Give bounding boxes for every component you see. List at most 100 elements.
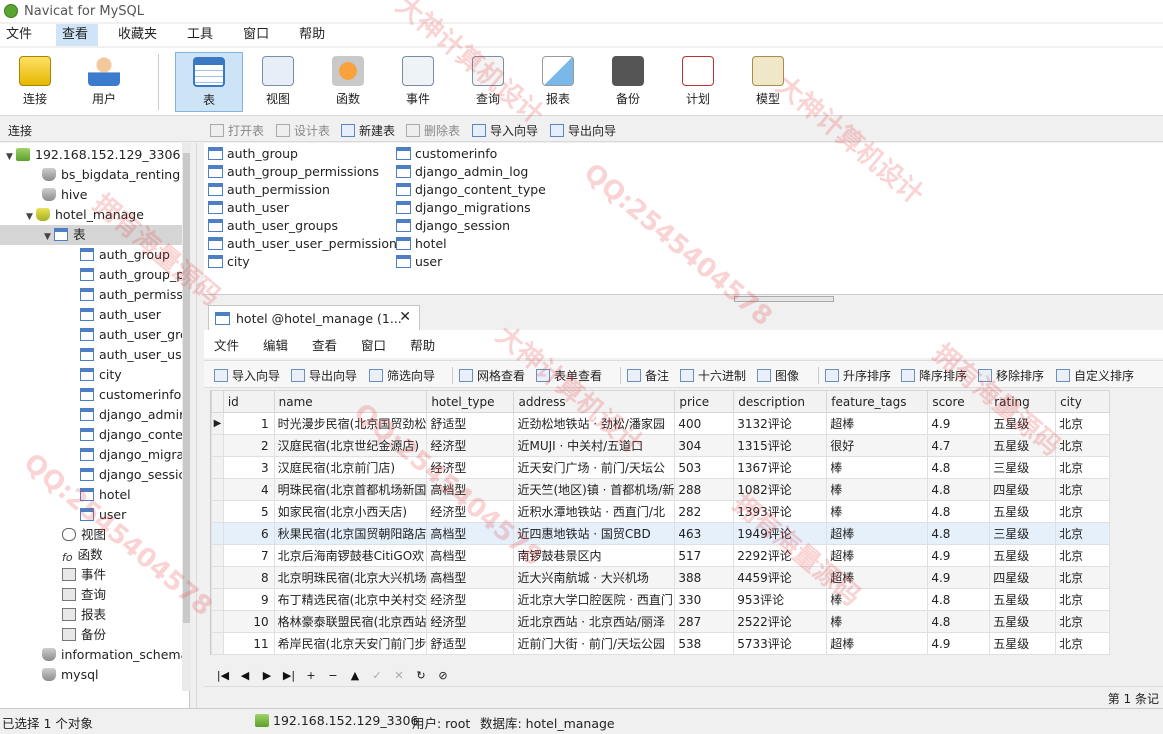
discard-changes-button[interactable]: ✕ [390, 669, 408, 682]
table-cell[interactable]: 高档型 [426, 478, 515, 501]
table-cell[interactable]: 希岸民宿(北京天安门前门步 [273, 632, 428, 655]
table-cell[interactable]: 近积水潭地铁站 · 西直门/北 [513, 500, 676, 523]
table-cell[interactable]: 400 [674, 412, 735, 435]
table-cell[interactable]: 463 [674, 522, 735, 545]
row-indicator[interactable] [211, 610, 224, 633]
row-indicator[interactable] [211, 632, 224, 655]
table-cell[interactable]: 4.7 [927, 434, 991, 457]
column-header[interactable]: score [927, 390, 991, 413]
apply-changes-button[interactable]: ✓ [368, 669, 386, 682]
table-cell[interactable]: 3132评论 [733, 412, 828, 435]
design-table-button[interactable]: 设计表 [276, 122, 330, 138]
table-cell[interactable]: 舒适型 [426, 412, 515, 435]
object-item[interactable]: auth_user_groups [208, 217, 338, 235]
table-cell[interactable]: 6 [222, 522, 275, 545]
table-cell[interactable]: 五星级 [989, 412, 1057, 435]
table-cell[interactable]: 五星级 [989, 544, 1057, 567]
tree-db-node[interactable]: information_schema [42, 645, 188, 665]
inner-menu-edit[interactable]: 编辑 [263, 335, 288, 354]
table-cell[interactable]: 近天安门广场 · 前门/天坛公 [513, 456, 676, 479]
table-cell[interactable]: 五星级 [989, 588, 1057, 611]
tree-table-item[interactable]: auth_permissi [80, 285, 186, 305]
new-table-button[interactable]: 新建表 [341, 122, 395, 138]
row-indicator[interactable] [211, 456, 224, 479]
object-item[interactable]: django_admin_log [396, 163, 528, 181]
table-cell[interactable]: 1315评论 [733, 434, 828, 457]
table-cell[interactable]: 10 [222, 610, 275, 633]
object-item[interactable]: user [396, 253, 442, 271]
table-cell[interactable]: 布丁精选民宿(北京中关村交 [273, 588, 428, 611]
custom-sort-button[interactable]: 自定义排序 [1056, 367, 1134, 384]
table-row[interactable]: 5 如家民宿(北京小西天店) 经济型 近积水潭地铁站 · 西直门/北 282 1393评论… [211, 500, 1110, 523]
table-row[interactable]: 7 北京后海南锣鼓巷CitiGO欢 高档型 南锣鼓巷景区内 517 2292评论 超棒 4.9… [211, 544, 1110, 567]
table-cell[interactable]: 三星级 [989, 522, 1057, 545]
table-cell[interactable]: 棒 [826, 588, 929, 611]
column-header[interactable]: price [674, 390, 735, 413]
table-cell[interactable]: 4 [222, 478, 275, 501]
table-cell[interactable]: 三星级 [989, 456, 1057, 479]
table-cell[interactable]: 北京 [1055, 544, 1110, 567]
object-item[interactable]: auth_user_user_permissions [208, 235, 403, 253]
table-cell[interactable]: 南锣鼓巷景区内 [513, 544, 676, 567]
collapse-icon[interactable]: ▼ [26, 207, 36, 227]
table-cell[interactable]: 503 [674, 456, 735, 479]
table-cell[interactable]: 北京 [1055, 588, 1110, 611]
table-cell[interactable]: 近四惠地铁站 · 国贸CBD [513, 522, 676, 545]
tree-table-item[interactable]: auth_user [80, 305, 161, 325]
table-cell[interactable]: 3 [222, 456, 275, 479]
image-button[interactable]: 图像 [757, 367, 799, 384]
table-cell[interactable]: 近北京西站 · 北京西站/丽泽 [513, 610, 676, 633]
delete-record-button[interactable]: − [324, 669, 342, 682]
table-cell[interactable]: 棒 [826, 478, 929, 501]
table-row[interactable]: 2 汉庭民宿(北京世纪金源店) 经济型 近MUJI · 中关村/五道口 304 1315评… [211, 434, 1110, 457]
edit-record-button[interactable]: ▲ [346, 669, 364, 682]
collapse-icon[interactable]: ▼ [44, 227, 54, 247]
tree-table-item[interactable]: django_migra [80, 445, 184, 465]
table-cell[interactable]: 388 [674, 566, 735, 589]
remove-sort-button[interactable]: 移除排序 [978, 367, 1044, 384]
tree-table-item[interactable]: django_admir [80, 405, 184, 425]
sort-desc-button[interactable]: 降序排序 [901, 367, 967, 384]
table-cell[interactable]: 近MUJI · 中关村/五道口 [513, 434, 676, 457]
prev-record-button[interactable]: ◀ [236, 669, 254, 682]
tree-views-folder[interactable]: 视图 [62, 525, 106, 545]
column-header[interactable]: id [222, 390, 275, 413]
table-cell[interactable]: 4.9 [927, 412, 991, 435]
table-cell[interactable]: 北京 [1055, 566, 1110, 589]
inner-menu-help[interactable]: 帮助 [410, 335, 435, 354]
model-button[interactable]: 模型 [738, 52, 798, 112]
hex-button[interactable]: 十六进制 [680, 367, 746, 384]
table-cell[interactable]: 4.8 [927, 478, 991, 501]
table-cell[interactable]: 4.8 [927, 588, 991, 611]
table-cell[interactable]: 明珠民宿(北京首都机场新国 [273, 478, 428, 501]
table-cell[interactable]: 4.8 [927, 610, 991, 633]
tree-functions-folder[interactable]: fo 函数 [62, 545, 103, 565]
first-record-button[interactable]: |◀ [214, 669, 232, 682]
close-icon[interactable]: ✕ [399, 309, 411, 325]
row-indicator[interactable] [211, 566, 224, 589]
table-cell[interactable]: 秋果民宿(北京国贸朝阳路店 [273, 522, 428, 545]
table-cell[interactable]: 北京 [1055, 456, 1110, 479]
import-wizard-button[interactable]: 导入向导 [472, 122, 538, 138]
table-cell[interactable]: 近大兴南航城 · 大兴机场 [513, 566, 676, 589]
table-cell[interactable]: 超棒 [826, 566, 929, 589]
table-cell[interactable]: 517 [674, 544, 735, 567]
table-cell[interactable]: 棒 [826, 610, 929, 633]
inner-menu-file[interactable]: 文件 [214, 335, 239, 354]
table-cell[interactable]: 287 [674, 610, 735, 633]
menu-tools[interactable]: 工具 [181, 24, 223, 46]
refresh-button[interactable]: ↻ [412, 669, 430, 682]
table-cell[interactable]: 4.9 [927, 566, 991, 589]
pane-splitter[interactable] [196, 143, 204, 708]
column-header[interactable]: description [733, 390, 828, 413]
form-view-button[interactable]: 表单查看 [536, 367, 602, 384]
last-record-button[interactable]: ▶| [280, 669, 298, 682]
table-cell[interactable]: 4459评论 [733, 566, 828, 589]
table-cell[interactable]: 4.9 [927, 632, 991, 655]
table-cell[interactable]: 四星级 [989, 566, 1057, 589]
table-cell[interactable]: 经济型 [426, 456, 515, 479]
table-cell[interactable]: 北京 [1055, 500, 1110, 523]
table-cell[interactable]: 近天竺(地区)镇 · 首都机场/新 [513, 478, 676, 501]
table-cell[interactable]: 棒 [826, 456, 929, 479]
filter-wizard-button[interactable]: 筛选向导 [369, 367, 435, 384]
